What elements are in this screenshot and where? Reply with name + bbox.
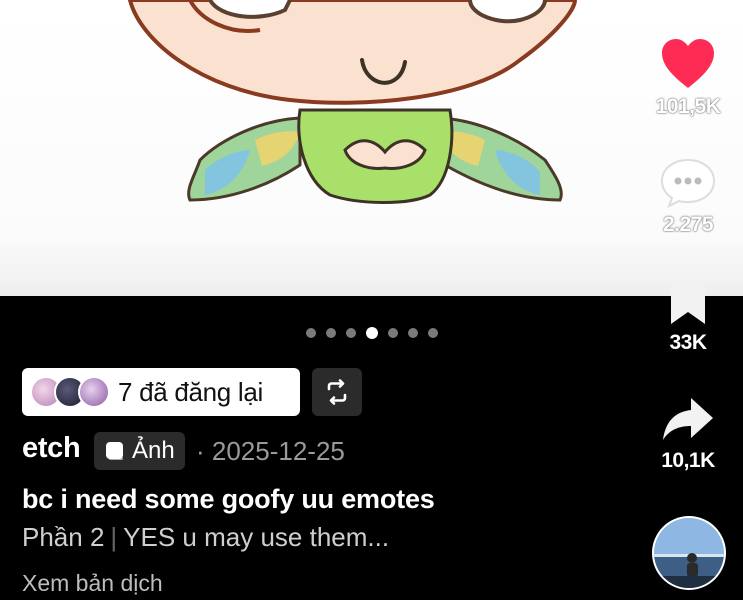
pager-dot[interactable] <box>345 328 356 338</box>
comment-count: 2.275 <box>662 213 714 236</box>
save-button[interactable]: 33K <box>643 280 733 355</box>
part-label: Phần 2 <box>22 522 105 552</box>
pager-dot[interactable] <box>325 328 336 338</box>
heart-icon <box>662 39 714 88</box>
bookmark-icon <box>671 281 705 324</box>
avatar <box>78 376 110 408</box>
avatar <box>654 518 724 588</box>
post-caption: bc i need some goofy uu emotes <box>22 484 435 514</box>
share-count: 10,1K <box>661 449 715 472</box>
pager-dot[interactable] <box>387 328 398 338</box>
divider: | <box>110 522 118 552</box>
pager-dot[interactable] <box>305 328 316 338</box>
post-subcaption[interactable]: Phần 2 | YES u may use them... <box>22 522 389 553</box>
comment-button[interactable]: 2.275 <box>643 158 733 237</box>
post-photo[interactable] <box>0 0 743 296</box>
pager-dot-active[interactable] <box>365 327 378 339</box>
repost-button[interactable] <box>312 368 362 416</box>
share-button[interactable]: 10,1K <box>643 396 733 473</box>
like-button[interactable]: 101,5K <box>643 38 733 119</box>
photo-pager <box>0 327 743 339</box>
reposts-label: 7 đã đăng lại <box>118 376 264 407</box>
repost-icon <box>327 379 347 405</box>
photo-icon <box>106 442 123 460</box>
like-count: 101,5K <box>655 95 721 118</box>
post-date: · 2025-12-25 <box>196 436 345 466</box>
subcaption-text: YES u may use them... <box>123 522 390 552</box>
share-arrow-icon <box>663 398 713 440</box>
see-translation-link[interactable]: Xem bản dịch <box>22 570 163 597</box>
author-name[interactable]: etch <box>22 432 81 465</box>
comment-bubble-icon <box>660 158 716 209</box>
profile-avatar[interactable] <box>652 516 726 590</box>
post-type-label: Ảnh <box>132 437 175 464</box>
reposts-pill[interactable]: 7 đã đăng lại <box>22 368 300 416</box>
post-type-badge: Ảnh <box>94 432 185 470</box>
cartoon-illustration <box>127 0 578 204</box>
pager-dot[interactable] <box>427 328 438 338</box>
pager-dot[interactable] <box>407 328 418 338</box>
